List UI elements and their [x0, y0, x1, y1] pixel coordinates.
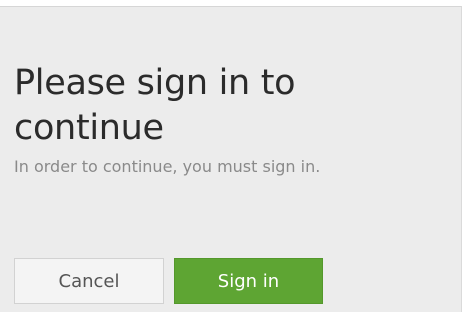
sign-in-button[interactable]: Sign in — [174, 258, 323, 304]
sign-in-dialog: Please sign in to continue In order to c… — [0, 6, 462, 312]
cancel-button[interactable]: Cancel — [14, 258, 164, 304]
dialog-title: Please sign in to continue — [14, 63, 296, 148]
dialog-message: In order to continue, you must sign in. — [14, 157, 321, 176]
